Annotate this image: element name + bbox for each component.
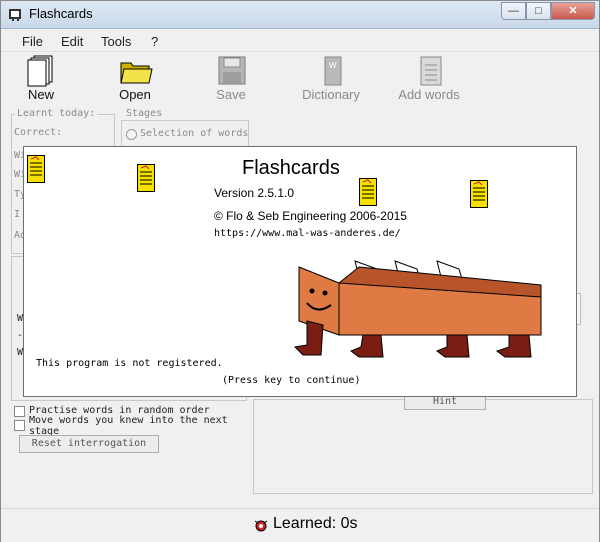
random-order-checkbox[interactable] xyxy=(14,406,25,417)
menu-tools[interactable]: Tools xyxy=(101,34,131,49)
new-document-icon xyxy=(27,55,53,87)
svg-text:W: W xyxy=(329,61,337,70)
note-card-icon xyxy=(470,180,488,208)
dictionary-book-icon: W xyxy=(324,56,342,86)
add-words-button[interactable]: Add words xyxy=(389,53,469,105)
save-label: Save xyxy=(216,87,246,102)
save-button[interactable]: Save xyxy=(191,53,271,105)
note-card-icon xyxy=(359,178,377,206)
menu-edit[interactable]: Edit xyxy=(61,34,83,49)
right-lower-group xyxy=(253,399,593,494)
app-icon xyxy=(9,9,21,21)
splash-url[interactable]: https://www.mal-was-anderes.de/ xyxy=(214,228,401,239)
open-label: Open xyxy=(119,87,151,102)
status-text: Learned: 0s xyxy=(273,515,358,532)
move-words-label: Move words you knew into the next stage xyxy=(29,415,228,435)
window-title: Flashcards xyxy=(29,6,93,21)
app-window: Flashcards — □ ✕ File Edit Tools ? New O… xyxy=(0,0,600,542)
floppy-disk-icon xyxy=(218,56,246,85)
menu-bar: File Edit Tools ? xyxy=(1,30,599,52)
dictionary-label: Dictionary xyxy=(302,87,360,102)
open-button[interactable]: Open xyxy=(95,53,175,105)
folder-open-icon xyxy=(120,62,153,84)
note-card-icon xyxy=(27,155,45,183)
splash-title: Flashcards xyxy=(242,157,340,179)
left-row-4: I xyxy=(14,209,21,220)
status-bar: Learned: 0s xyxy=(1,508,599,542)
add-words-document-icon xyxy=(420,56,442,86)
splash-version: Version 2.5.1.0 xyxy=(214,186,295,200)
title-bar[interactable]: Flashcards — □ ✕ xyxy=(1,1,599,29)
new-button[interactable]: New xyxy=(1,53,81,105)
new-label: New xyxy=(27,87,54,102)
add-words-label: Add words xyxy=(398,87,460,102)
menu-file[interactable]: File xyxy=(22,34,43,49)
splash-screen[interactable]: Flashcards Version 2.5.1.0 © Flo & Seb E… xyxy=(23,146,577,397)
stages-title: Stages xyxy=(124,108,165,119)
maximize-button[interactable]: □ xyxy=(526,2,551,20)
selection-label: Selection of words xyxy=(140,128,249,139)
selection-radio[interactable] xyxy=(126,129,137,140)
splash-continue: (Press key to continue) xyxy=(222,375,361,386)
bug-icon xyxy=(254,520,268,532)
learnt-today-title: Learnt today: xyxy=(15,108,98,119)
card-box-mascot-icon xyxy=(293,260,542,358)
note-card-icon xyxy=(137,164,155,192)
correct-label: Correct: xyxy=(14,127,63,138)
menu-help[interactable]: ? xyxy=(151,34,158,49)
move-words-checkbox[interactable] xyxy=(14,420,25,431)
splash-registration: This program is not registered. xyxy=(36,358,223,369)
dictionary-button[interactable]: W Dictionary xyxy=(291,53,371,105)
splash-copyright: © Flo & Seb Engineering 2006-2015 xyxy=(214,209,407,223)
reset-interrogation-button[interactable]: Reset interrogation xyxy=(19,435,159,453)
close-button[interactable]: ✕ xyxy=(551,2,595,20)
minimize-button[interactable]: — xyxy=(501,2,526,20)
